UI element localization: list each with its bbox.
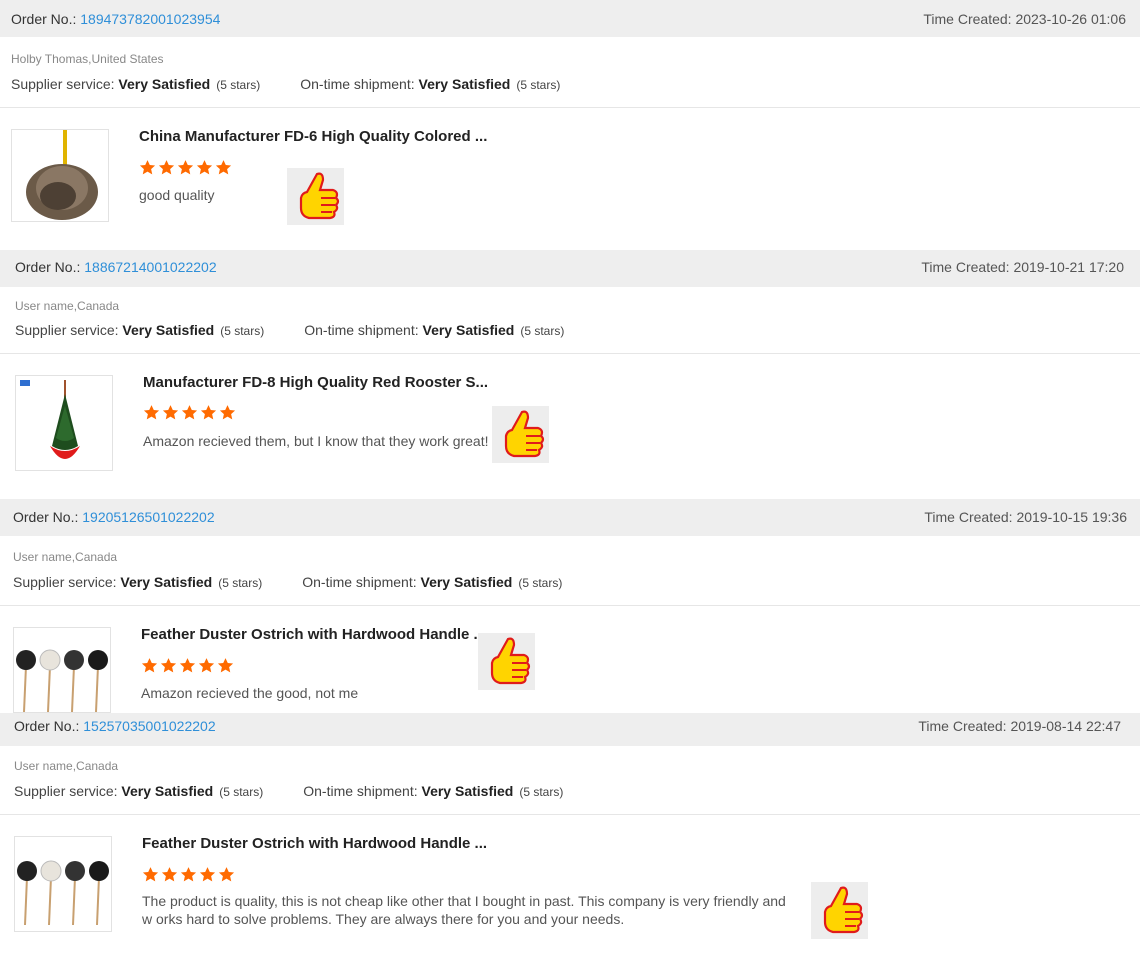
star-rating	[141, 657, 236, 677]
order-number: Order No.: 19205126501022202	[13, 509, 215, 525]
product-title[interactable]: Feather Duster Ostrich with Hardwood Han…	[141, 626, 486, 643]
reviewer-name: User name,Canada	[13, 550, 118, 564]
star-icon	[199, 867, 216, 882]
star-rating	[143, 404, 238, 424]
star-icon	[196, 160, 213, 175]
product-title[interactable]: China Manufacturer FD-6 High Quality Col…	[139, 128, 487, 145]
thumbs-up-icon	[811, 882, 868, 939]
time-created: Time Created: 2019-08-14 22:47	[918, 718, 1121, 734]
star-icon	[162, 405, 179, 420]
star-rating	[142, 866, 237, 886]
star-rating	[139, 159, 234, 179]
star-icon	[141, 658, 158, 673]
service-ratings: Supplier service: Very Satisfied (5 stars…	[14, 783, 564, 799]
product-title[interactable]: Feather Duster Ostrich with Hardwood Han…	[142, 835, 487, 852]
service-ratings: Supplier service: Very Satisfied (5 stars…	[11, 76, 561, 92]
star-icon	[139, 160, 156, 175]
star-icon	[218, 867, 235, 882]
divider	[0, 353, 1140, 354]
product-image[interactable]	[11, 129, 109, 222]
order-header: Order No.: 19205126501022202 Time Create…	[0, 499, 1140, 536]
order-header: Order No.: 15257035001022202 Time Create…	[0, 713, 1140, 746]
divider	[0, 107, 1140, 108]
order-number-link[interactable]: 19205126501022202	[82, 509, 214, 525]
star-icon	[198, 658, 215, 673]
thumbs-up-icon	[492, 406, 549, 463]
time-created: Time Created: 2023-10-26 01:06	[923, 11, 1126, 27]
service-ratings: Supplier service: Very Satisfied (5 stars…	[15, 322, 565, 338]
order-number: Order No.: 189473782001023954	[11, 11, 221, 27]
star-icon	[219, 405, 236, 420]
divider	[0, 814, 1140, 815]
thumbs-up-icon	[287, 168, 344, 225]
order-number-link[interactable]: 18867214001022202	[84, 259, 216, 275]
star-icon	[158, 160, 175, 175]
product-image[interactable]	[13, 627, 111, 713]
thumbs-up-icon	[478, 633, 535, 690]
star-icon	[215, 160, 232, 175]
product-image[interactable]	[15, 375, 113, 471]
review-comment: The product is quality, this is not chea…	[142, 893, 786, 927]
review-comment: good quality	[139, 187, 215, 203]
order-number-link[interactable]: 189473782001023954	[80, 11, 220, 27]
order-header: Order No.: 18867214001022202 Time Create…	[0, 250, 1140, 287]
time-created: Time Created: 2019-10-21 17:20	[921, 259, 1124, 275]
product-title[interactable]: Manufacturer FD-8 High Quality Red Roost…	[143, 374, 488, 391]
review-comment: Amazon recieved them, but I know that th…	[143, 433, 489, 449]
star-icon	[161, 867, 178, 882]
reviewer-name: User name,Canada	[14, 759, 119, 773]
star-icon	[200, 405, 217, 420]
time-created: Time Created: 2019-10-15 19:36	[924, 509, 1127, 525]
star-icon	[160, 658, 177, 673]
service-ratings: Supplier service: Very Satisfied (5 stars…	[13, 574, 563, 590]
star-icon	[179, 658, 196, 673]
star-icon	[217, 658, 234, 673]
reviewer-name: Holby Thomas,United States	[11, 52, 164, 66]
review-comment: Amazon recieved the good, not me	[141, 685, 359, 701]
reviewer-name: User name,Canada	[15, 299, 120, 313]
divider	[0, 605, 1140, 606]
star-icon	[180, 867, 197, 882]
star-icon	[177, 160, 194, 175]
order-number: Order No.: 15257035001022202	[14, 718, 216, 734]
order-number: Order No.: 18867214001022202	[15, 259, 217, 275]
star-icon	[181, 405, 198, 420]
order-header: Order No.: 189473782001023954 Time Creat…	[0, 0, 1140, 37]
star-icon	[142, 867, 159, 882]
product-image[interactable]	[14, 836, 112, 932]
order-number-link[interactable]: 15257035001022202	[83, 718, 215, 734]
star-icon	[143, 405, 160, 420]
